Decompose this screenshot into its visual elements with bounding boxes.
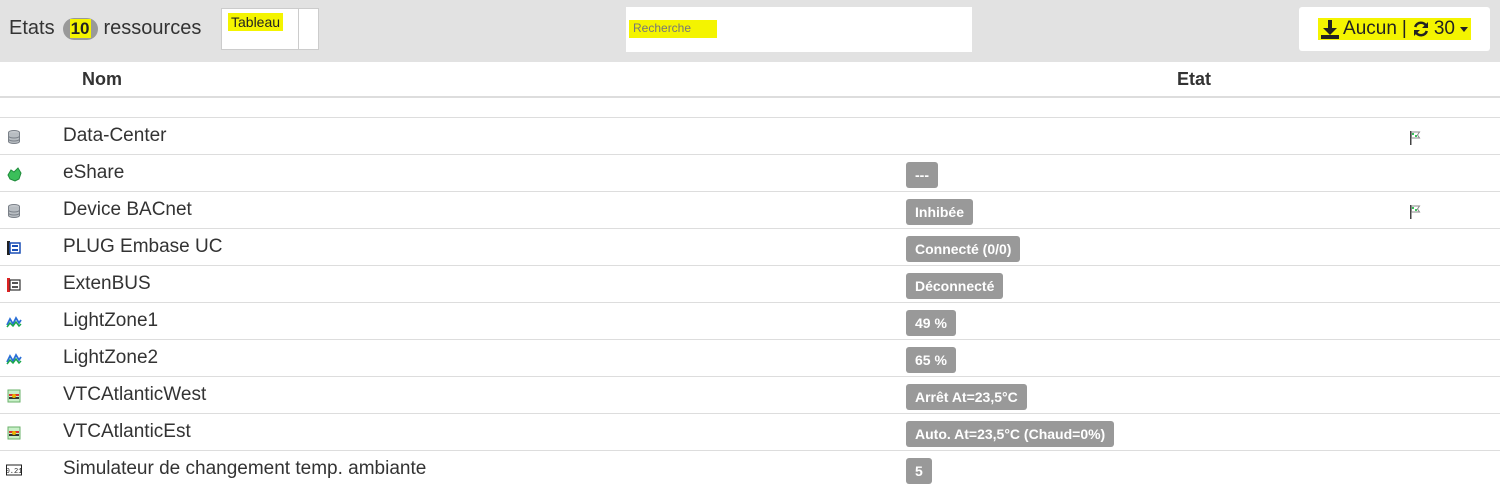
status-badge: Déconnecté: [906, 273, 1004, 299]
status-badge: 5: [906, 458, 932, 484]
status-badge: Inhibée: [906, 199, 974, 225]
table-row[interactable]: 0.21 Simulateur de changement temp. ambia…: [0, 451, 1500, 487]
hvac-icon: [6, 425, 22, 441]
chevron-down-icon: [1459, 26, 1468, 32]
status-badge: Connecté (0/0): [906, 236, 1021, 262]
resource-name[interactable]: VTCAtlanticWest: [63, 384, 206, 406]
table-row[interactable]: PLUG Embase UC Connecté (0/0): [0, 229, 1500, 266]
column-header-nom[interactable]: Nom: [82, 69, 122, 90]
search-placeholder: Recherche: [629, 20, 717, 38]
view-select[interactable]: Tableau: [221, 8, 319, 50]
title-prefix: Etats: [9, 17, 55, 39]
light-zone-icon: [6, 314, 22, 330]
view-select-toggle[interactable]: [298, 9, 318, 49]
table-row[interactable]: LightZone2 65 %: [0, 340, 1500, 377]
status-badge: 49 %: [906, 310, 956, 336]
toolbar: Etats 10 ressources Tableau Recherche Au…: [0, 0, 1500, 62]
database-icon: [6, 129, 22, 145]
resource-name[interactable]: PLUG Embase UC: [63, 236, 222, 258]
resource-name[interactable]: Device BACnet: [63, 199, 192, 221]
resource-name[interactable]: LightZone2: [63, 347, 158, 369]
light-zone-icon: [6, 351, 22, 367]
refresh-icon: [1412, 20, 1430, 38]
resource-name[interactable]: VTCAtlanticEst: [63, 421, 191, 443]
resource-table: Data-Center eShare --- Device BACnet Inhibée…: [0, 118, 1500, 487]
resource-name[interactable]: Simulateur de changement temp. ambiante: [63, 458, 426, 480]
svg-text:0.21: 0.21: [6, 468, 22, 476]
table-row[interactable]: Data-Center: [0, 118, 1500, 155]
resource-name[interactable]: ExtenBUS: [63, 273, 151, 295]
table-row[interactable]: eShare ---: [0, 155, 1500, 192]
separator: |: [1401, 18, 1407, 39]
table-row[interactable]: Device BACnet Inhibée: [0, 192, 1500, 229]
database-icon: [6, 203, 22, 219]
refresh-dropdown-button[interactable]: Aucun | 30: [1299, 7, 1490, 51]
flag-icon[interactable]: [1407, 130, 1423, 146]
hvac-icon: [6, 388, 22, 404]
share-icon: [6, 166, 22, 182]
status-badge: Auto. At=23,5°C (Chaud=0%): [906, 421, 1115, 447]
counter-icon: 0.21: [6, 462, 22, 478]
table-header: Nom Etat: [0, 62, 1500, 98]
table-row[interactable]: VTCAtlanticEst Auto. At=23,5°C (Chaud=0%): [0, 414, 1500, 451]
resource-name[interactable]: LightZone1: [63, 310, 158, 332]
table-row[interactable]: LightZone1 49 %: [0, 303, 1500, 340]
search-input[interactable]: Recherche: [626, 7, 972, 52]
resource-name[interactable]: Data-Center: [63, 125, 167, 147]
view-select-value: Tableau: [228, 13, 284, 31]
export-label: Aucun: [1343, 18, 1397, 39]
status-badge: 65 %: [906, 347, 956, 373]
bus-icon: [6, 277, 22, 293]
column-header-etat[interactable]: Etat: [1177, 69, 1211, 90]
download-icon: [1321, 19, 1340, 39]
resource-count-badge: 10: [62, 17, 98, 40]
plug-icon: [6, 240, 22, 256]
page-title: Etats 10 ressources: [9, 17, 201, 40]
table-row[interactable]: VTCAtlanticWest Arrêt At=23,5°C: [0, 377, 1500, 414]
status-badge: Arrêt At=23,5°C: [906, 384, 1027, 410]
resource-name[interactable]: eShare: [63, 162, 124, 184]
table-row[interactable]: ExtenBUS Déconnecté: [0, 266, 1500, 303]
status-badge: ---: [906, 162, 938, 188]
flag-icon[interactable]: [1407, 204, 1423, 220]
refresh-interval: 30: [1433, 18, 1455, 39]
title-suffix: ressources: [103, 17, 202, 39]
